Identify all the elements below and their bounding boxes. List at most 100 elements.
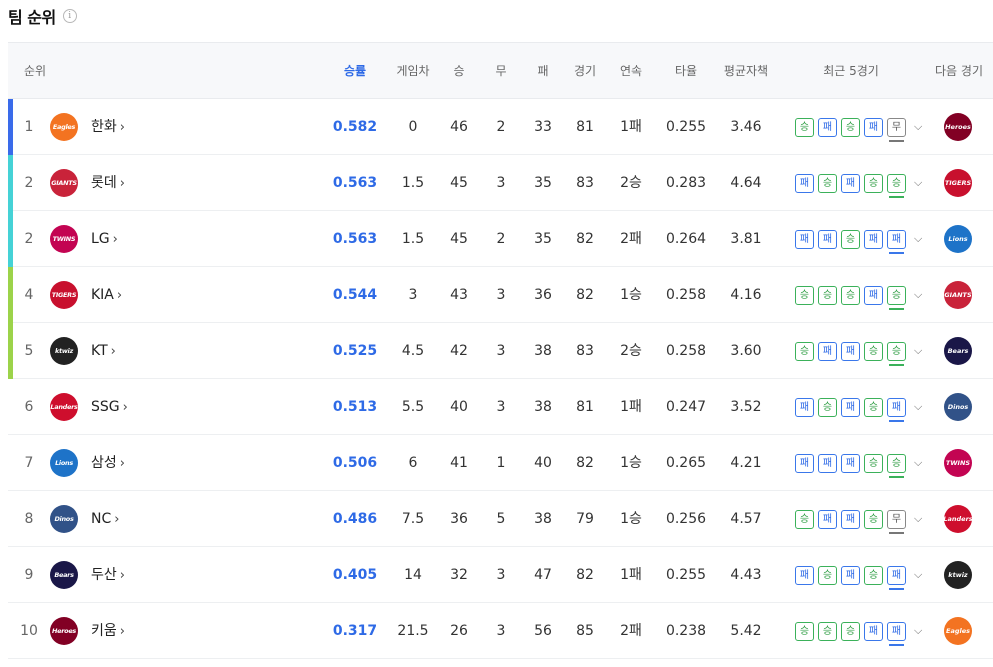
col-recent5: 최근 5경기 xyxy=(823,64,879,78)
col-win-pct[interactable]: 승률 xyxy=(344,43,366,100)
team-name-link[interactable]: LG › xyxy=(91,211,118,267)
chevron-down-icon[interactable]: ⌵ xyxy=(914,379,922,435)
chevron-down-icon[interactable]: ⌵ xyxy=(914,155,922,211)
table-row[interactable]: 2 GIANTS 롯데 › 0.563 1.5 45 3 35 83 2승 0.283 4.64 패 승 패 승… xyxy=(8,155,993,211)
games: 81 xyxy=(576,119,594,135)
team-name: KIA xyxy=(91,287,114,303)
draws: 3 xyxy=(496,287,506,303)
rank: 1 xyxy=(24,119,34,135)
games: 79 xyxy=(576,511,594,527)
team-name: 두산 xyxy=(91,567,117,583)
team-name-link[interactable]: 키움 › xyxy=(91,603,125,659)
games: 85 xyxy=(576,623,594,639)
col-wins[interactable]: 승 xyxy=(453,43,464,100)
team-name-link[interactable]: NC › xyxy=(91,491,119,547)
losses: 38 xyxy=(534,399,552,415)
chevron-right-icon: › xyxy=(114,512,120,527)
col-avg[interactable]: 타율 xyxy=(675,43,697,100)
recent-result-badge: 패 xyxy=(841,453,860,473)
chevron-down-icon[interactable]: ⌵ xyxy=(914,99,922,155)
next-opponent-logo-icon[interactable]: Lions xyxy=(944,225,972,253)
table-row[interactable]: 6 Landers SSG › 0.513 5.5 40 3 38 81 1패 0.247 3.52 패 승… xyxy=(8,379,993,435)
next-opponent-logo-icon[interactable]: GIANTS xyxy=(944,281,972,309)
chevron-right-icon: › xyxy=(119,176,125,191)
team-logo-icon: Landers xyxy=(50,393,78,421)
col-era[interactable]: 평균자책 xyxy=(724,43,768,100)
rank-indicator-bar xyxy=(8,323,13,379)
next-opponent-logo-icon[interactable]: TWINS xyxy=(944,449,972,477)
col-games[interactable]: 경기 xyxy=(574,43,596,100)
recent-result-badge: 패 xyxy=(864,229,883,249)
recent-result-badge: 패 xyxy=(795,453,814,473)
rank-indicator-bar xyxy=(8,155,13,211)
wins: 42 xyxy=(450,343,468,359)
next-opponent-logo-icon[interactable]: Heroes xyxy=(944,113,972,141)
team-logo-icon: Eagles xyxy=(50,113,78,141)
table-row[interactable]: 1 Eagles 한화 › 0.582 0 46 2 33 81 1패 0.255 3.46 승 패 승 패 무 ⌵… xyxy=(8,99,993,155)
chevron-down-icon[interactable]: ⌵ xyxy=(914,323,922,379)
batting-avg: 0.265 xyxy=(665,455,707,471)
games-behind: 1.5 xyxy=(401,231,425,247)
chevron-down-icon[interactable]: ⌵ xyxy=(914,547,922,603)
losses: 38 xyxy=(534,511,552,527)
table-row[interactable]: 4 TIGERS KIA › 0.544 3 43 3 36 82 1승 0.258 4.16 승 승 승 패 승… xyxy=(8,267,993,323)
rank: 2 xyxy=(24,231,34,247)
next-opponent-logo-icon[interactable]: ktwiz xyxy=(944,561,972,589)
next-opponent-logo-icon[interactable]: TIGERS xyxy=(944,169,972,197)
draws: 2 xyxy=(496,119,506,135)
team-name-link[interactable]: KT › xyxy=(91,323,116,379)
next-opponent-logo-icon[interactable]: Bears xyxy=(944,337,972,365)
era: 4.57 xyxy=(730,511,762,527)
games-behind: 1.5 xyxy=(401,175,425,191)
col-next-game: 다음 경기 xyxy=(935,64,983,78)
batting-avg: 0.238 xyxy=(665,623,707,639)
table-row[interactable]: 9 Bears 두산 › 0.405 14 32 3 47 82 1패 0.255 4.43 패 승 패 승 패 ⌵… xyxy=(8,547,993,603)
team-logo-icon: Bears xyxy=(50,561,78,589)
streak: 1패 xyxy=(620,567,642,583)
draws: 3 xyxy=(496,623,506,639)
col-games-behind[interactable]: 게임차 xyxy=(396,43,429,100)
next-opponent-logo-icon[interactable]: Eagles xyxy=(944,617,972,645)
chevron-down-icon[interactable]: ⌵ xyxy=(914,211,922,267)
table-row[interactable]: 2 TWINS LG › 0.563 1.5 45 2 35 82 2패 0.264 3.81 패 패 승 패 패… xyxy=(8,211,993,267)
era: 3.81 xyxy=(730,231,762,247)
team-name-link[interactable]: 롯데 › xyxy=(91,155,125,211)
games-behind: 0 xyxy=(408,119,418,135)
recent-result-badge: 패 xyxy=(887,621,906,646)
recent-result-badge: 승 xyxy=(841,285,860,305)
next-opponent-logo-icon[interactable]: Dinos xyxy=(944,393,972,421)
table-row[interactable]: 8 Dinos NC › 0.486 7.5 36 5 38 79 1승 0.256 4.57 승 패 패 승 무… xyxy=(8,491,993,547)
table-row[interactable]: 5 ktwiz KT › 0.525 4.5 42 3 38 83 2승 0.258 3.60 승 패 패 승 승… xyxy=(8,323,993,379)
col-draws[interactable]: 무 xyxy=(495,43,506,100)
chevron-down-icon[interactable]: ⌵ xyxy=(914,267,922,323)
win-pct: 0.405 xyxy=(332,567,378,583)
table-row[interactable]: 7 Lions 삼성 › 0.506 6 41 1 40 82 1승 0.265 4.21 패 패 패 승 승 ⌵ T… xyxy=(8,435,993,491)
recent-result-badge: 승 xyxy=(795,117,814,137)
win-pct: 0.486 xyxy=(332,511,378,527)
recent-result-badge: 패 xyxy=(841,565,860,585)
losses: 38 xyxy=(534,343,552,359)
chevron-down-icon[interactable]: ⌵ xyxy=(914,603,922,659)
chevron-down-icon[interactable]: ⌵ xyxy=(914,491,922,547)
team-name-link[interactable]: SSG › xyxy=(91,379,128,435)
chevron-right-icon: › xyxy=(110,344,116,359)
games-behind: 6 xyxy=(408,455,418,471)
losses: 36 xyxy=(534,287,552,303)
chevron-down-icon[interactable]: ⌵ xyxy=(914,435,922,491)
team-name-link[interactable]: KIA › xyxy=(91,267,122,323)
chevron-right-icon: › xyxy=(119,568,125,583)
next-opponent-logo-icon[interactable]: Landers xyxy=(943,505,973,533)
table-row[interactable]: 10 Heroes 키움 › 0.317 21.5 26 3 56 85 2패 0.238 5.42 승 승… xyxy=(8,603,993,659)
rank: 4 xyxy=(24,287,34,303)
col-losses[interactable]: 패 xyxy=(537,43,548,100)
team-name-link[interactable]: 두산 › xyxy=(91,547,125,603)
recent-games: 패승패승패 xyxy=(795,547,910,603)
batting-avg: 0.255 xyxy=(665,119,707,135)
recent-games: 승패패승무 xyxy=(795,491,910,547)
wins: 32 xyxy=(450,567,468,583)
table-header: 순위 승률 게임차 승 무 패 경기 연속 타율 평균자책 최근 5경기 다음 … xyxy=(8,42,993,99)
col-streak[interactable]: 연속 xyxy=(620,43,642,100)
team-name-link[interactable]: 한화 › xyxy=(91,99,125,155)
team-name-link[interactable]: 삼성 › xyxy=(91,435,125,491)
info-icon[interactable]: i xyxy=(62,9,77,23)
